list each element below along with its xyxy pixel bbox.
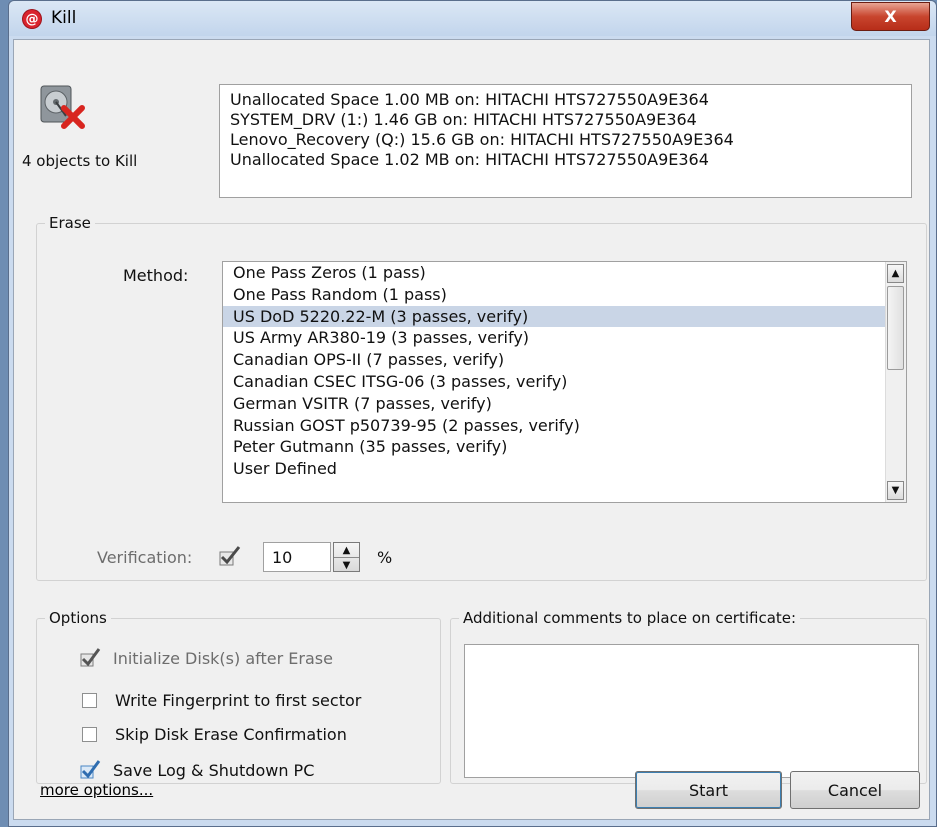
scroll-thumb[interactable] [887,286,904,370]
method-scrollbar[interactable]: ▲ ▼ [885,262,906,502]
objects-count-label: 4 objects to Kill [22,152,138,170]
method-option[interactable]: One Pass Random (1 pass) [223,284,906,306]
checkbox-checked-disabled-icon[interactable] [79,647,101,669]
start-button[interactable]: Start [635,771,782,809]
objects-list[interactable]: Unallocated Space 1.00 MB on: HITACHI HT… [219,84,912,198]
option-write-fingerprint[interactable]: Write Fingerprint to first sector [82,691,361,710]
method-label: Method: [123,266,189,285]
verification-label: Verification: [97,548,193,567]
method-option-selected[interactable]: US DoD 5220.22-M (3 passes, verify) [223,305,906,328]
object-item: Unallocated Space 1.00 MB on: HITACHI HT… [230,90,709,109]
verification-percent-input[interactable]: 10 [263,542,331,572]
method-option[interactable]: User Defined [223,458,906,480]
title-bar[interactable]: @ Kill X [9,1,936,36]
checkbox-unchecked-icon[interactable] [82,727,97,742]
comments-textarea[interactable] [464,644,919,778]
option-label: Save Log & Shutdown PC [113,760,315,780]
checkbox-checked-icon[interactable] [79,759,101,781]
object-item: Unallocated Space 1.02 MB on: HITACHI HT… [230,150,709,169]
cancel-button[interactable]: Cancel [790,771,920,809]
method-option[interactable]: Russian GOST p50739-95 (2 passes, verify… [223,415,906,437]
verification-checkbox-icon[interactable] [217,544,241,568]
spin-down-icon[interactable]: ▼ [334,558,359,572]
method-option[interactable]: One Pass Zeros (1 pass) [223,262,906,284]
method-option[interactable]: US Army AR380-19 (3 passes, verify) [223,327,906,349]
method-option[interactable]: Peter Gutmann (35 passes, verify) [223,436,906,458]
option-label: Skip Disk Erase Confirmation [115,725,347,744]
method-option[interactable]: German VSITR (7 passes, verify) [223,393,906,415]
method-listbox[interactable]: One Pass Zeros (1 pass) One Pass Random … [222,261,907,503]
options-group: Options Initialize Disk(s) after Erase W… [36,609,441,784]
erase-group: Erase Method: One Pass Zeros (1 pass) On… [36,214,927,581]
comments-group: Additional comments to place on certific… [450,609,927,784]
option-save-log-shutdown[interactable]: Save Log & Shutdown PC [79,759,315,781]
checkbox-unchecked-icon[interactable] [82,693,97,708]
app-logo-icon: @ [23,10,41,28]
kill-dialog: @ Kill X 4 objects to Kill Unallocated S… [8,0,937,827]
option-initialize-disk[interactable]: Initialize Disk(s) after Erase [79,647,333,669]
option-label: Initialize Disk(s) after Erase [113,648,333,668]
spin-up-icon[interactable]: ▲ [334,543,359,558]
option-skip-confirmation[interactable]: Skip Disk Erase Confirmation [82,725,347,744]
method-option[interactable]: Canadian CSEC ITSG-06 (3 passes, verify) [223,371,906,393]
scroll-down-arrow-icon[interactable]: ▼ [887,481,904,500]
comments-group-title: Additional comments to place on certific… [459,609,801,627]
method-option[interactable]: Canadian OPS-II (7 passes, verify) [223,349,906,371]
verification-spinner[interactable]: ▲ ▼ [333,542,360,572]
percent-label: % [377,548,393,567]
object-item: SYSTEM_DRV (1:) 1.46 GB on: HITACHI HTS7… [230,110,697,129]
erase-group-title: Erase [45,214,95,232]
object-item: Lenovo_Recovery (Q:) 15.6 GB on: HITACHI… [230,130,734,149]
options-group-title: Options [45,609,111,627]
scroll-up-arrow-icon[interactable]: ▲ [887,264,904,283]
hard-drive-delete-icon [40,85,85,129]
dialog-body: 4 objects to Kill Unallocated Space 1.00… [13,39,930,820]
window-title: Kill [51,8,77,28]
option-label: Write Fingerprint to first sector [115,691,362,710]
more-options-link[interactable]: more options... [40,781,153,799]
close-button[interactable]: X [851,2,930,31]
